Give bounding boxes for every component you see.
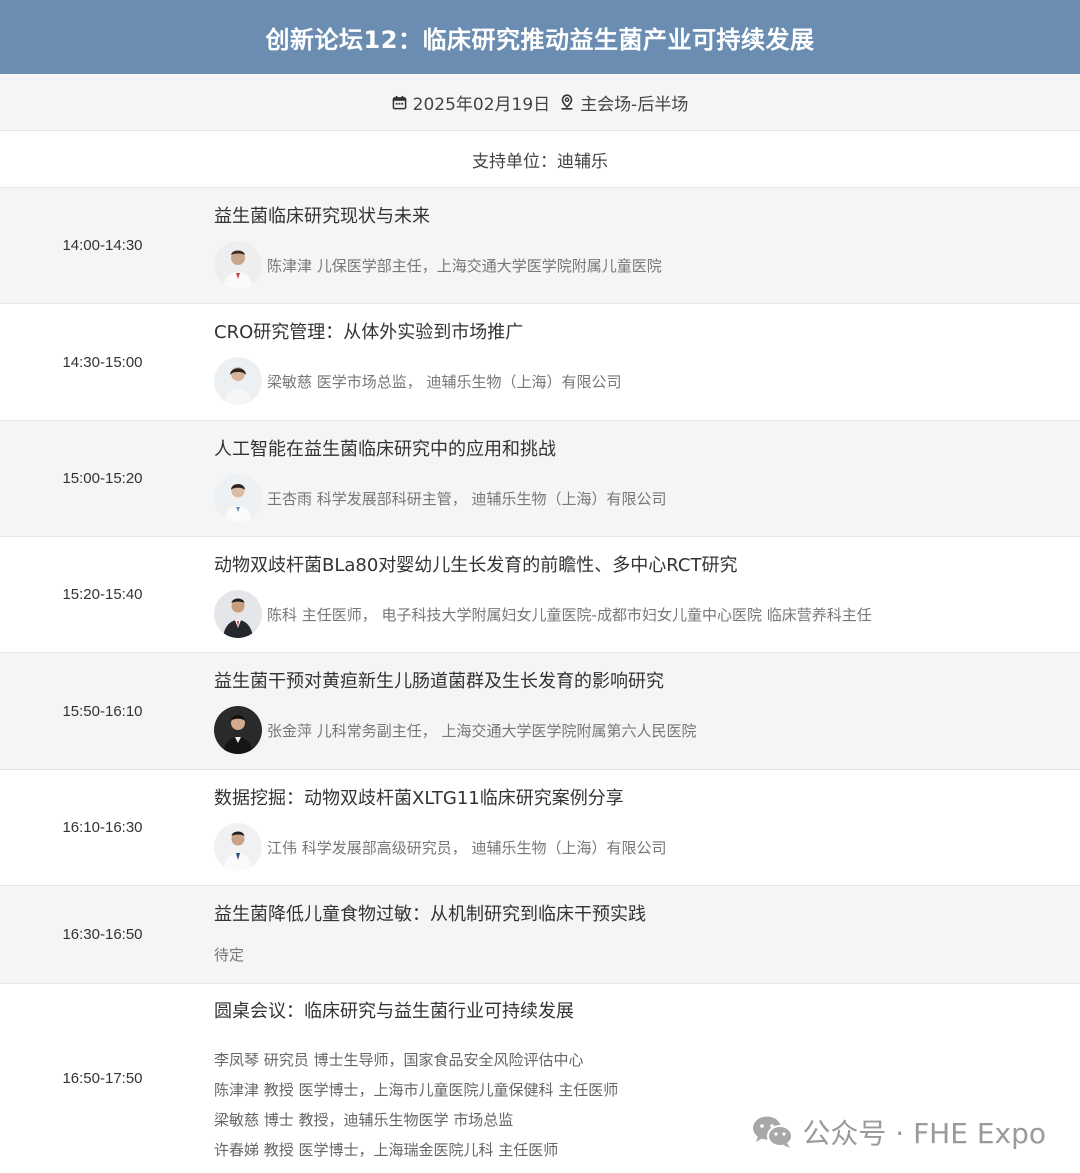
session-title: 益生菌干预对黄疸新生儿肠道菌群及生长发育的影响研究	[214, 671, 664, 692]
page-title: 创新论坛12：临床研究推动益生菌产业可持续发展	[265, 25, 815, 54]
date-item: 2025年02月19日	[392, 90, 551, 115]
location-pin-icon	[561, 94, 573, 110]
event-venue: 主会场-后半场	[580, 94, 689, 115]
watermark-text: 公众号 · FHE Expo	[802, 1117, 1046, 1150]
session-time: 15:20-15:40	[62, 586, 143, 603]
session-row: 15:00-15:20 人工智能在益生菌临床研究中的应用和挑战 王杏雨 科学发展…	[0, 421, 1080, 537]
session-time: 14:30-15:00	[62, 353, 143, 371]
session-row: 14:00-14:30 益生菌临床研究现状与未来 陈津津 儿保医学部主任，上海交…	[0, 188, 1080, 304]
session-row: 16:10-16:30 数据挖掘：动物双歧杆菌XLTG11临床研究案例分享 江伟…	[0, 770, 1080, 886]
session-title: CRO研究管理：从体外实验到市场推广	[214, 322, 524, 343]
speaker-info: 陈科 主任医师， 电子科技大学附属妇女儿童医院-成都市妇女儿童中心医院 临床营养…	[267, 605, 872, 624]
speaker-info: 待定	[214, 946, 245, 964]
speaker: 江伟 科学发展部高级研究员， 迪辅乐生物（上海）有限公司	[214, 823, 1080, 871]
venue-item: 主会场-后半场	[560, 90, 688, 115]
session-time: 15:50-16:10	[62, 702, 143, 720]
speaker: 张金萍 儿科常务副主任， 上海交通大学医学院附属第六人民医院	[214, 706, 1080, 754]
session-title: 数据挖掘：动物双歧杆菌XLTG11临床研究案例分享	[214, 788, 624, 809]
session-row: 15:20-15:40 动物双歧杆菌BLa80对婴幼儿生长发育的前瞻性、多中心R…	[0, 537, 1080, 653]
page-title-bar: 创新论坛12：临床研究推动益生菌产业可持续发展	[0, 0, 1080, 74]
session-time: 15:00-15:20	[62, 470, 143, 487]
wechat-icon	[753, 1116, 794, 1148]
panelist: 李凤琴 研究员 博士生导师，国家食品安全风险评估中心	[214, 1051, 584, 1069]
session-title: 动物双歧杆菌BLa80对婴幼儿生长发育的前瞻性、多中心RCT研究	[214, 555, 738, 576]
event-meta: 2025年02月19日 主会场-后半场	[0, 74, 1080, 131]
speaker-info: 王杏雨 科学发展部科研主管， 迪辅乐生物（上海）有限公司	[267, 489, 667, 508]
support-text: 支持单位：迪辅乐	[472, 151, 608, 172]
speaker-avatar	[214, 241, 262, 289]
speaker-avatar	[214, 706, 262, 754]
session-title: 人工智能在益生菌临床研究中的应用和挑战	[214, 439, 556, 460]
calendar-icon	[392, 95, 406, 109]
support-row: 支持单位：迪辅乐	[0, 131, 1080, 188]
speaker-avatar	[214, 474, 262, 522]
watermark: 公众号 · FHE Expo	[752, 1112, 1046, 1152]
speaker-avatar	[214, 823, 262, 871]
session-time: 14:00-14:30	[62, 237, 143, 254]
panelist: 陈津津 教授 医学博士，上海市儿童医院儿童保健科 主任医师	[214, 1081, 619, 1099]
speaker-info: 梁敏慈 医学市场总监， 迪辅乐生物（上海）有限公司	[267, 372, 622, 391]
session-time: 16:10-16:30	[62, 819, 143, 836]
speaker: 陈科 主任医师， 电子科技大学附属妇女儿童医院-成都市妇女儿童中心医院 临床营养…	[214, 590, 1080, 638]
session-row: 15:50-16:10 益生菌干预对黄疸新生儿肠道菌群及生长发育的影响研究 张金…	[0, 653, 1080, 770]
session-title: 益生菌降低儿童食物过敏：从机制研究到临床干预实践	[214, 904, 646, 925]
speaker: 王杏雨 科学发展部科研主管， 迪辅乐生物（上海）有限公司	[214, 474, 1080, 522]
session-title: 益生菌临床研究现状与未来	[214, 206, 430, 227]
session-title: 圆桌会议：临床研究与益生菌行业可持续发展	[214, 1001, 574, 1022]
speaker-avatar	[214, 357, 262, 405]
speaker: 梁敏慈 医学市场总监， 迪辅乐生物（上海）有限公司	[214, 357, 1080, 405]
speaker-info: 张金萍 儿科常务副主任， 上海交通大学医学院附属第六人民医院	[267, 721, 697, 740]
session-time: 16:30-16:50	[62, 926, 143, 943]
event-date: 2025年02月19日	[412, 94, 551, 115]
session-time: 16:50-17:50	[62, 1069, 143, 1087]
speaker-info: 陈津津 儿保医学部主任，上海交通大学医学院附属儿童医院	[267, 256, 662, 275]
speaker: 陈津津 儿保医学部主任，上海交通大学医学院附属儿童医院	[214, 241, 1080, 289]
session-row: 14:30-15:00 CRO研究管理：从体外实验到市场推广 梁敏慈 医学市场总…	[0, 304, 1080, 421]
speaker-avatar	[214, 590, 262, 638]
session-row: 16:30-16:50 益生菌降低儿童食物过敏：从机制研究到临床干预实践 待定	[0, 886, 1080, 984]
speaker-info: 江伟 科学发展部高级研究员， 迪辅乐生物（上海）有限公司	[267, 838, 667, 857]
